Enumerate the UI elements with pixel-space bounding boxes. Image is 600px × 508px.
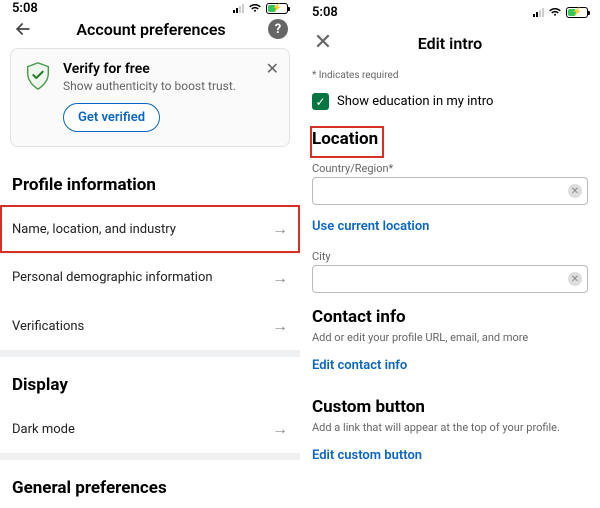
chevron-right-icon: → xyxy=(272,268,288,288)
location-heading-highlight: Location xyxy=(312,128,382,156)
contact-info-sub: Add or edit your profile URL, email, and… xyxy=(312,331,588,344)
signal-icon xyxy=(233,3,244,13)
general-prefs-heading: General preferences xyxy=(0,460,300,508)
city-label: City xyxy=(312,250,588,263)
edit-contact-info-link[interactable]: Edit contact info xyxy=(312,350,407,383)
custom-button-heading: Custom button xyxy=(312,397,425,417)
get-verified-button[interactable]: Get verified xyxy=(63,103,160,132)
nav-bar: ✕ Edit intro xyxy=(300,24,600,62)
status-bar: 5:08 ⚡ xyxy=(300,0,600,24)
status-bar: 5:08 ⚡ xyxy=(0,0,300,16)
row-dark-mode[interactable]: Dark mode → xyxy=(0,405,300,453)
page-title: Edit intro xyxy=(334,34,566,53)
chevron-right-icon: → xyxy=(272,419,288,439)
required-note: * Indicates required xyxy=(300,62,600,87)
country-region-label: Country/Region* xyxy=(312,162,588,175)
row-name-location-industry[interactable]: Name, location, and industry → xyxy=(0,205,300,253)
row-label: Verifications xyxy=(12,319,84,334)
battery-icon: ⚡ xyxy=(566,7,588,18)
dismiss-verify-icon[interactable]: ✕ xyxy=(266,59,279,78)
row-label: Name, location, and industry xyxy=(12,222,176,237)
clear-input-icon[interactable]: ✕ xyxy=(568,272,582,286)
row-label: Dark mode xyxy=(12,422,75,437)
nav-bar: Account preferences ? xyxy=(0,16,300,42)
row-verifications[interactable]: Verifications → xyxy=(0,302,300,350)
back-icon[interactable] xyxy=(12,18,34,40)
checkbox-checked-icon: ✓ xyxy=(312,93,329,110)
edit-intro-screen: 5:08 ⚡ ✕ Edit intro * Indicates required… xyxy=(300,0,600,508)
clear-input-icon[interactable]: ✕ xyxy=(568,184,582,198)
help-icon[interactable]: ? xyxy=(268,19,288,39)
city-input[interactable] xyxy=(312,265,588,293)
status-icons: ⚡ xyxy=(233,3,288,14)
wifi-icon xyxy=(248,3,262,13)
verify-title: Verify for free xyxy=(63,61,236,77)
row-demographic[interactable]: Personal demographic information → xyxy=(0,254,300,302)
verify-card: ✕ Verify for free Show authenticity to b… xyxy=(10,48,290,147)
battery-icon: ⚡ xyxy=(266,3,288,14)
section-divider xyxy=(0,453,300,460)
chevron-right-icon: → xyxy=(272,219,288,239)
section-divider xyxy=(0,350,300,357)
show-education-toggle[interactable]: ✓ Show education in my intro xyxy=(300,87,600,128)
account-preferences-screen: 5:08 ⚡ Account preferences ? ✕ Verify fo… xyxy=(0,0,300,508)
country-region-input[interactable] xyxy=(312,177,588,205)
checkbox-label: Show education in my intro xyxy=(337,94,493,109)
use-current-location-link[interactable]: Use current location xyxy=(312,205,429,244)
page-title: Account preferences xyxy=(34,20,268,39)
display-heading: Display xyxy=(0,357,300,405)
row-label: Personal demographic information xyxy=(12,270,213,285)
status-time: 5:08 xyxy=(312,5,338,20)
signal-icon xyxy=(533,7,544,17)
status-time: 5:08 xyxy=(12,1,38,16)
edit-custom-button-link[interactable]: Edit custom button xyxy=(312,440,422,473)
contact-info-heading: Contact info xyxy=(312,307,406,327)
wifi-icon xyxy=(548,7,562,17)
verify-subtitle: Show authenticity to boost trust. xyxy=(63,79,236,93)
shield-check-icon xyxy=(23,61,53,91)
chevron-right-icon: → xyxy=(272,316,288,336)
custom-button-sub: Add a link that will appear at the top o… xyxy=(312,421,588,434)
location-heading: Location xyxy=(312,129,378,149)
close-icon[interactable]: ✕ xyxy=(312,32,334,54)
profile-info-heading: Profile information xyxy=(0,157,300,205)
status-icons: ⚡ xyxy=(533,7,588,18)
